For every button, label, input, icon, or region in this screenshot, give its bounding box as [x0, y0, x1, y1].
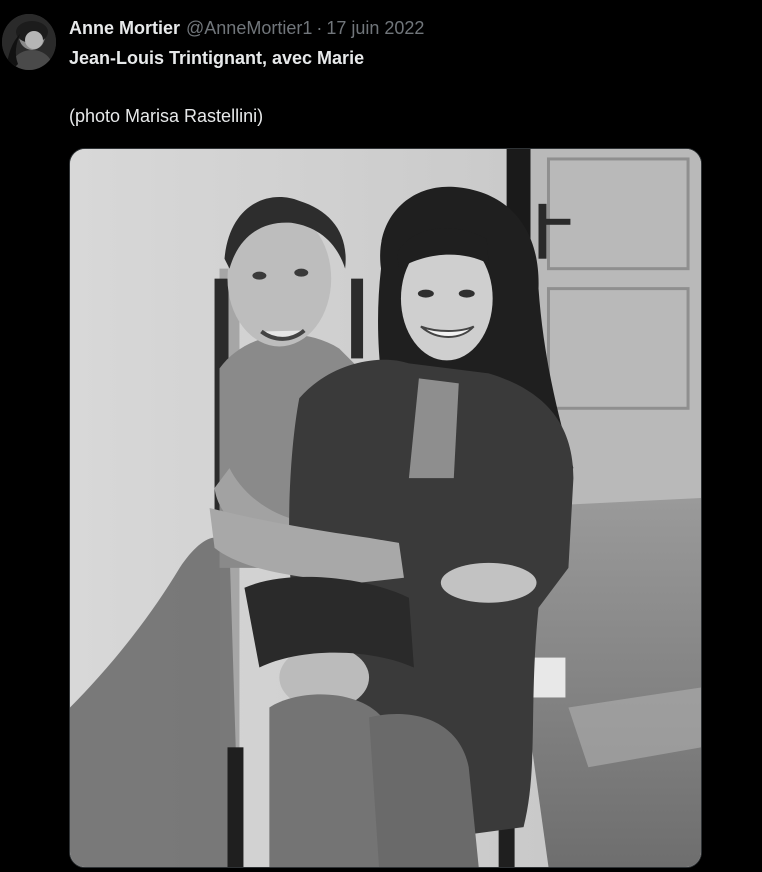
- display-name[interactable]: Anne Mortier: [69, 18, 180, 38]
- tweet-header: Anne Mortier @AnneMortier1 · 17 juin 2022: [69, 16, 424, 40]
- separator-dot: ·: [316, 18, 323, 38]
- tweet-photo[interactable]: [69, 148, 702, 868]
- tweet[interactable]: Anne Mortier @AnneMortier1 · 17 juin 2022 J…: [0, 0, 762, 872]
- user-handle[interactable]: @AnneMortier1: [186, 18, 312, 38]
- tweet-text-line-1: Jean-Louis Trintignant, avec Marie: [69, 48, 365, 68]
- photo-illustration: [70, 149, 701, 867]
- tweet-text-line-2: (photo Marisa Rastellini): [69, 106, 264, 126]
- avatar-image: [2, 14, 56, 70]
- user-avatar[interactable]: [2, 14, 56, 70]
- tweet-date[interactable]: 17 juin 2022: [326, 18, 424, 38]
